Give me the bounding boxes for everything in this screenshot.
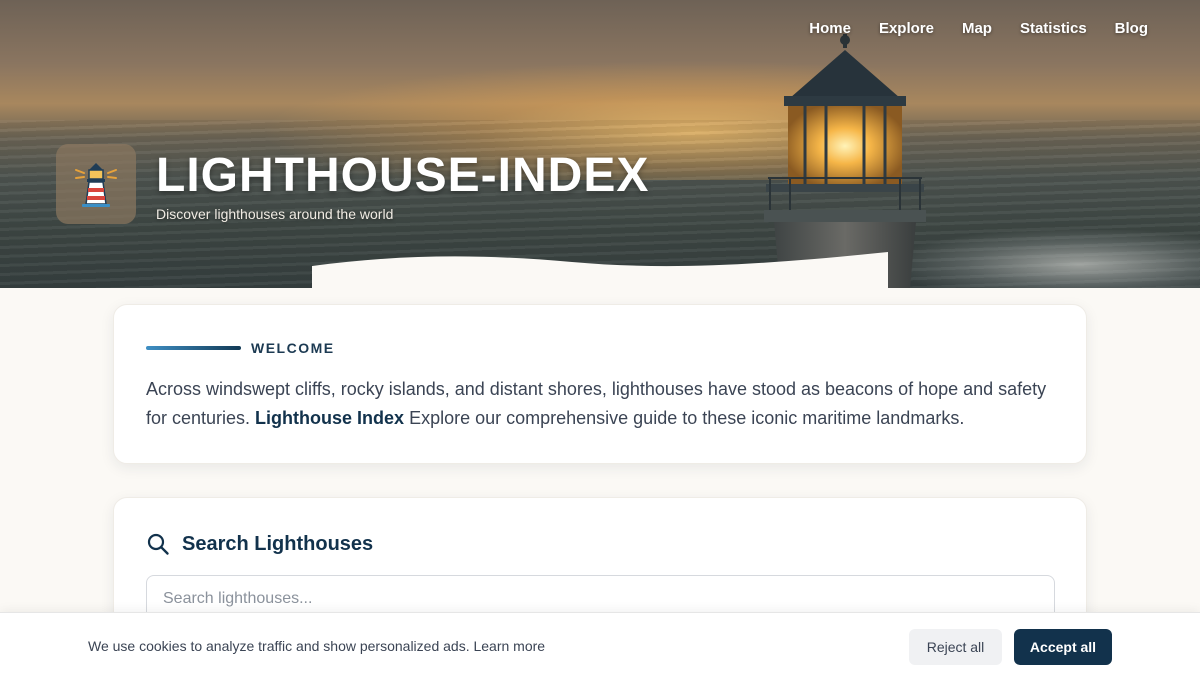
cookie-banner: We use cookies to analyze traffic and sh… xyxy=(0,612,1200,680)
cookie-message: We use cookies to analyze traffic and sh… xyxy=(88,638,545,654)
welcome-label-row: WELCOME xyxy=(146,340,335,356)
nav-map[interactable]: Map xyxy=(962,20,992,37)
hero-banner: Home Explore Map Statistics Blog LIGHTHO… xyxy=(0,0,1200,288)
search-icon xyxy=(147,533,169,555)
welcome-card: WELCOME Across windswept cliffs, rocky i… xyxy=(113,304,1087,464)
welcome-text-brand: Lighthouse Index xyxy=(255,408,405,428)
nav-explore[interactable]: Explore xyxy=(879,20,934,37)
cookie-message-text: We use cookies to analyze traffic and sh… xyxy=(88,638,474,654)
accent-bar xyxy=(146,346,241,350)
reject-all-button[interactable]: Reject all xyxy=(909,629,1002,665)
nav-statistics[interactable]: Statistics xyxy=(1020,20,1087,37)
site-subtitle: Discover lighthouses around the world xyxy=(156,206,394,222)
hero-wave-divider xyxy=(312,252,888,288)
welcome-text: Across windswept cliffs, rocky islands, … xyxy=(146,375,1066,433)
welcome-text-outro: Explore our comprehensive guide to these… xyxy=(404,408,965,428)
accept-all-button[interactable]: Accept all xyxy=(1014,629,1112,665)
lighthouse-image xyxy=(764,34,926,288)
nav-home[interactable]: Home xyxy=(809,20,851,37)
main-nav: Home Explore Map Statistics Blog xyxy=(809,20,1148,37)
site-title: LIGHTHOUSE-INDEX xyxy=(156,149,650,202)
nav-blog[interactable]: Blog xyxy=(1115,20,1148,37)
wave-foam xyxy=(900,230,1200,288)
lighthouse-icon xyxy=(75,163,117,207)
welcome-label: WELCOME xyxy=(251,340,335,356)
cookie-learn-more-link[interactable]: Learn more xyxy=(473,638,545,654)
brand-logo[interactable] xyxy=(56,144,136,224)
search-title: Search Lighthouses xyxy=(182,532,374,555)
search-header: Search Lighthouses xyxy=(146,532,373,556)
